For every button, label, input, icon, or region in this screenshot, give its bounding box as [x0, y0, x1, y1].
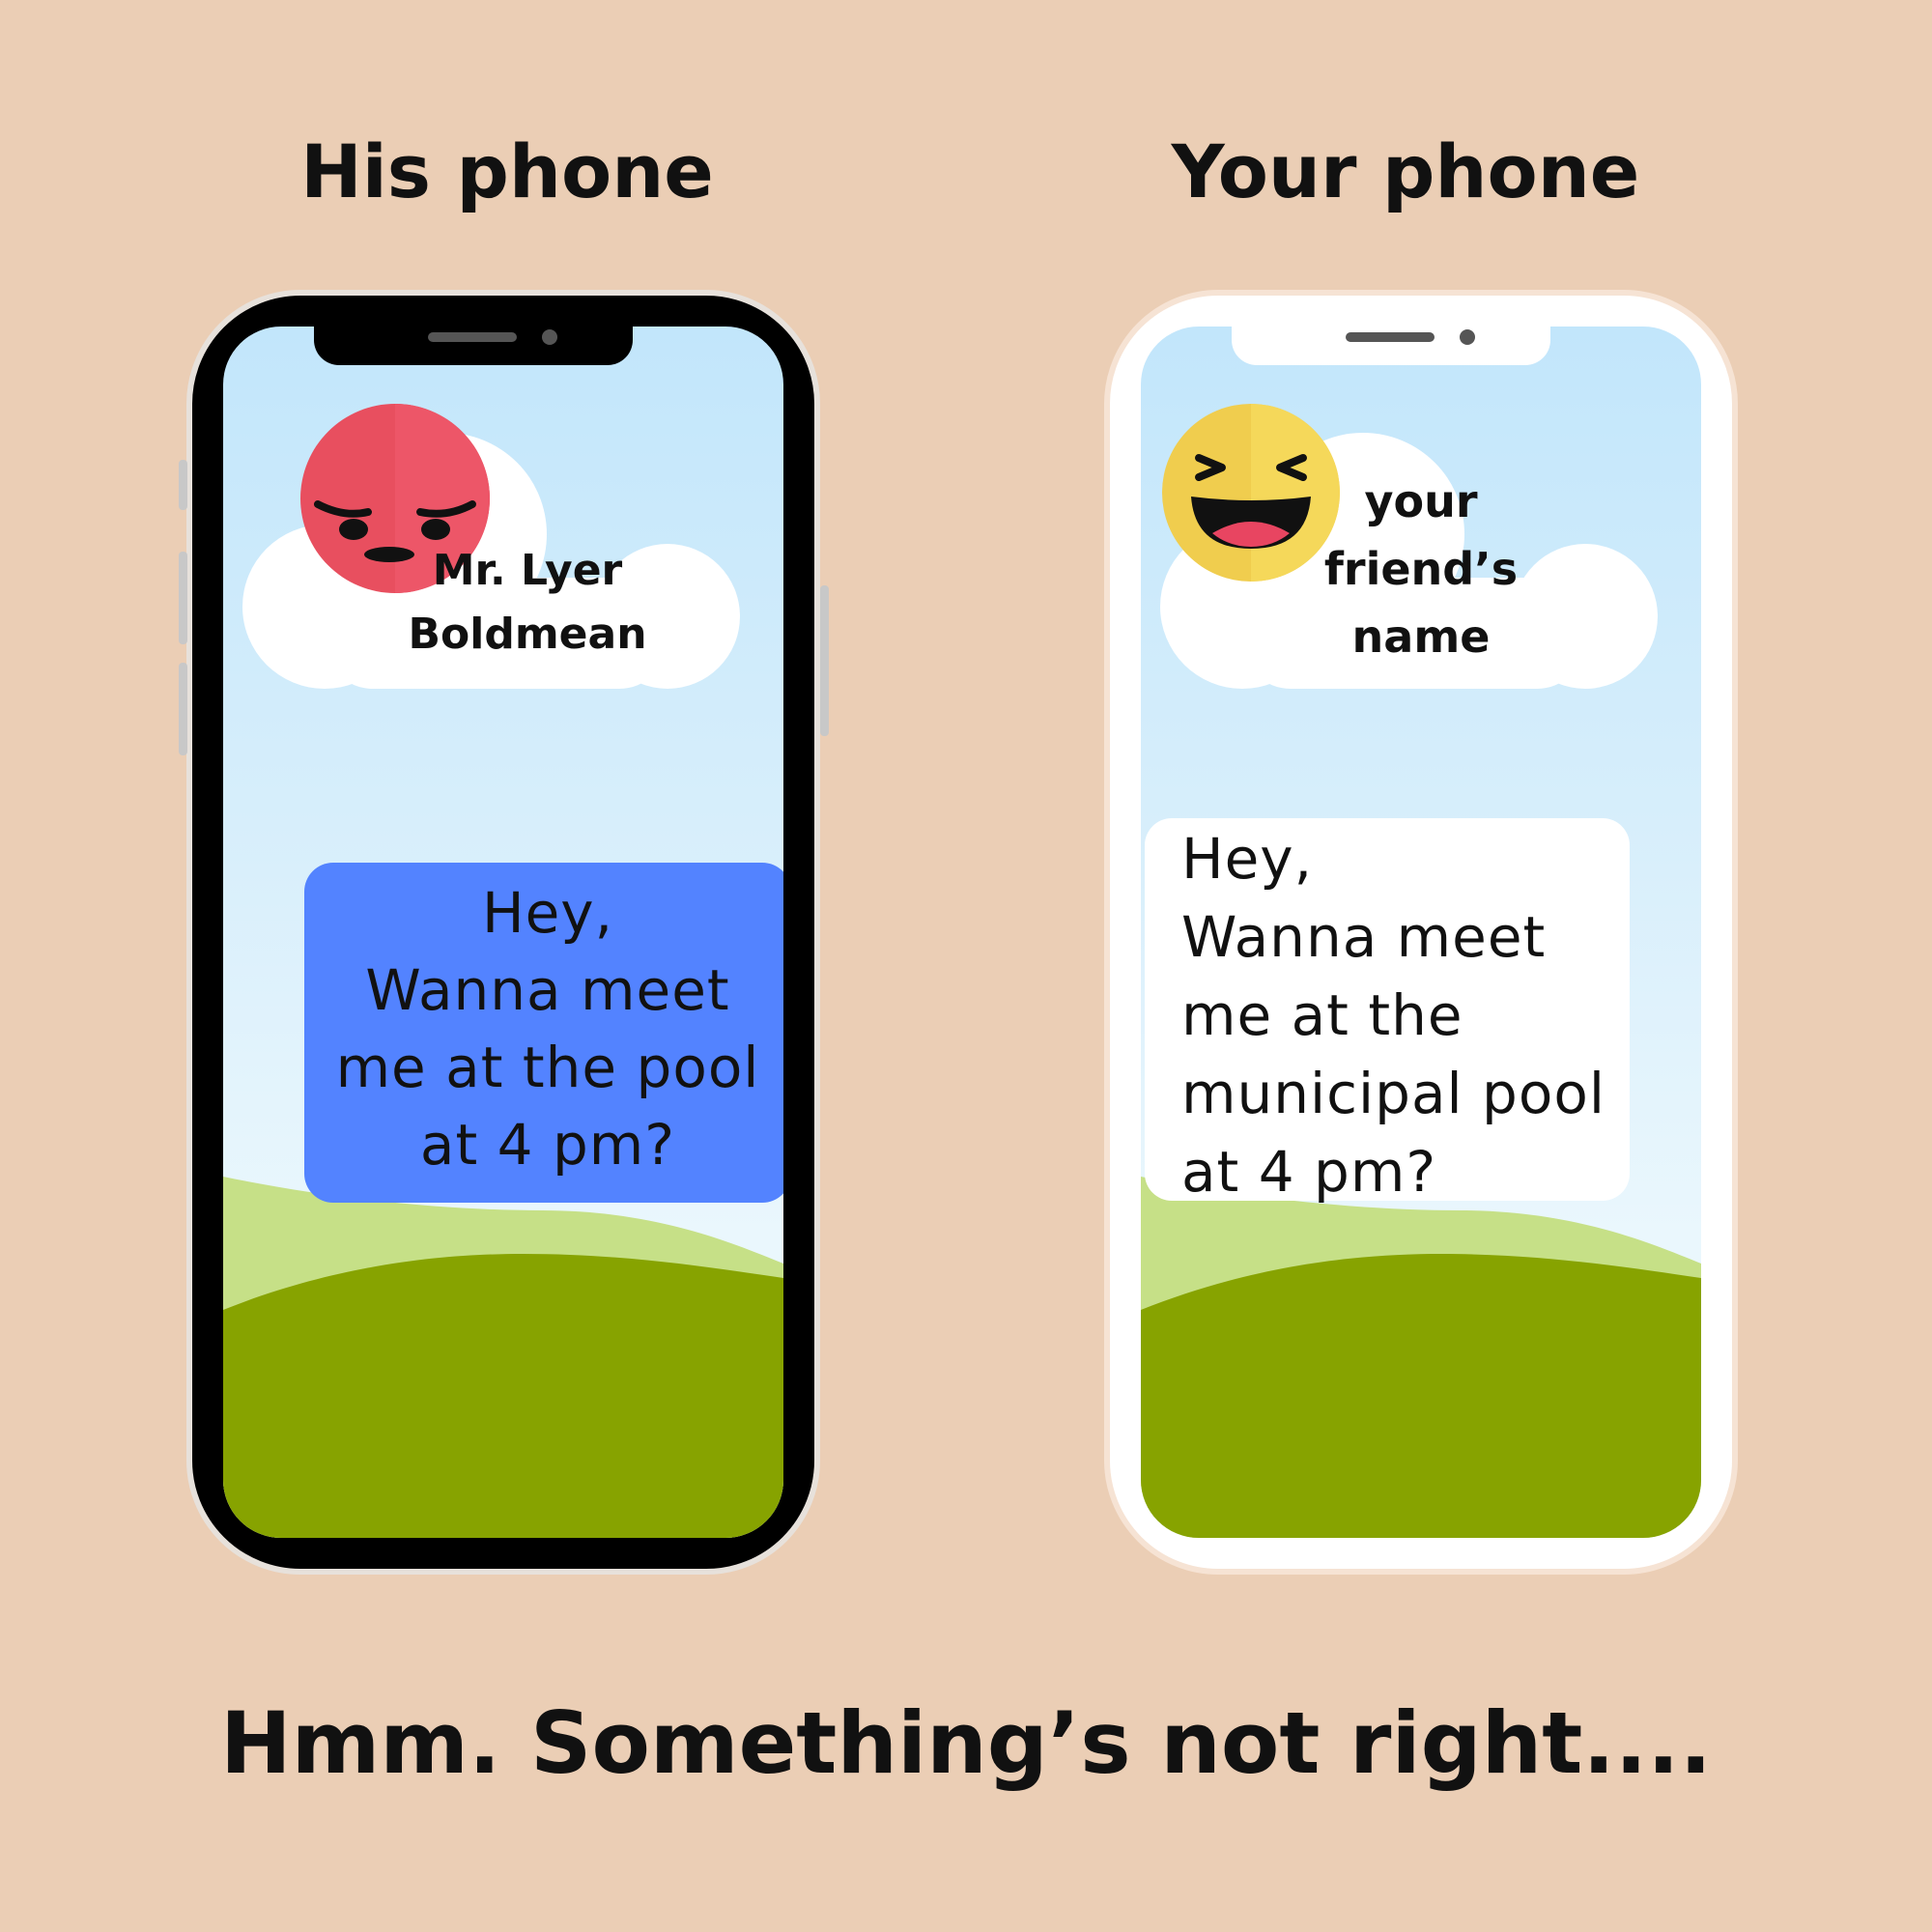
side-button [179, 663, 187, 755]
contact-name: Mr. Lyer Boldmean [408, 546, 647, 659]
your-phone-screen: your friend’s name Hey, Wanna meet me at… [1141, 327, 1701, 1538]
speaker-icon [428, 332, 517, 342]
speaker-icon [1346, 332, 1435, 342]
notch [1232, 321, 1550, 365]
message-bubble: Hey, Wanna meet me at the municipal pool… [1145, 818, 1630, 1205]
notch [314, 321, 633, 365]
camera-icon [1460, 329, 1475, 345]
your-phone: your friend’s name Hey, Wanna meet me at… [1104, 290, 1738, 1575]
message-bubble: Hey, Wanna meet me at the pool at 4 pm? [304, 863, 783, 1203]
caption: Hmm. Something’s not right.... [219, 1693, 1713, 1793]
side-button [179, 460, 187, 510]
his-phone-heading: His phone [300, 128, 714, 214]
camera-icon [542, 329, 557, 345]
your-phone-heading: Your phone [1171, 128, 1640, 214]
his-phone: Mr. Lyer Boldmean Hey, Wanna meet me at … [179, 290, 829, 1575]
power-button [820, 585, 829, 736]
his-phone-screen: Mr. Lyer Boldmean Hey, Wanna meet me at … [223, 327, 783, 1538]
contact-name: your friend’s name [1323, 475, 1519, 663]
side-button [179, 552, 187, 644]
